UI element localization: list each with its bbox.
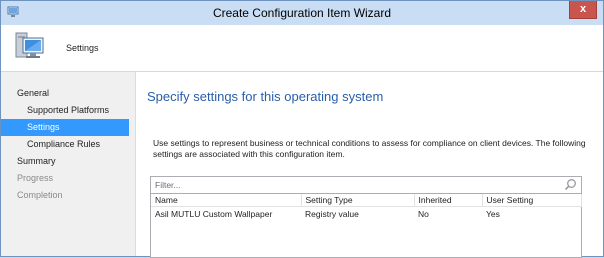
cell-user-setting: Yes xyxy=(486,208,500,219)
computer-monitor-icon xyxy=(15,32,44,58)
page-heading: Specify settings for this operating syst… xyxy=(147,89,384,104)
nav-item-general[interactable]: General xyxy=(1,85,135,102)
settings-list-panel: Name Setting Type Inherited User Setting… xyxy=(150,176,582,258)
search-icon[interactable] xyxy=(564,178,577,191)
settings-table: Name Setting Type Inherited User Setting… xyxy=(151,194,582,220)
wizard-window: Create Configuration Item Wizard x Setti… xyxy=(0,0,604,258)
nav-item-completion: Completion xyxy=(17,190,63,200)
wizard-header: Settings xyxy=(1,25,603,72)
column-header-user-setting[interactable]: User Setting xyxy=(482,194,582,207)
cell-inherited: No xyxy=(418,208,429,219)
cell-setting-type: Registry value xyxy=(305,208,359,219)
cell-name: Asil MUTLU Custom Wallpaper xyxy=(155,208,273,219)
filter-input[interactable] xyxy=(153,178,557,191)
nav-item-settings[interactable]: Settings xyxy=(1,119,129,136)
nav-item-compliance-rules[interactable]: Compliance Rules xyxy=(1,136,135,153)
table-row[interactable]: Asil MUTLU Custom Wallpaper Registry val… xyxy=(151,207,581,221)
nav-item-summary[interactable]: Summary xyxy=(1,153,135,170)
close-button[interactable]: x xyxy=(569,1,597,19)
page-description: Use settings to represent business or te… xyxy=(153,138,586,159)
column-header-name[interactable]: Name xyxy=(151,194,302,207)
wizard-navigation: General Supported Platforms Settings Com… xyxy=(1,72,136,256)
column-header-inherited[interactable]: Inherited xyxy=(414,194,483,207)
nav-item-progress: Progress xyxy=(17,173,54,183)
window-title: Create Configuration Item Wizard xyxy=(212,6,392,20)
main-content: Specify settings for this operating syst… xyxy=(137,72,603,258)
nav-item-supported-platforms[interactable]: Supported Platforms xyxy=(1,102,135,119)
column-header-setting-type[interactable]: Setting Type xyxy=(301,194,415,207)
header-title: Settings xyxy=(66,43,99,53)
title-bar[interactable]: Create Configuration Item Wizard x xyxy=(1,1,603,26)
filter-box[interactable] xyxy=(151,177,581,194)
table-header-row: Name Setting Type Inherited User Setting xyxy=(151,194,582,207)
